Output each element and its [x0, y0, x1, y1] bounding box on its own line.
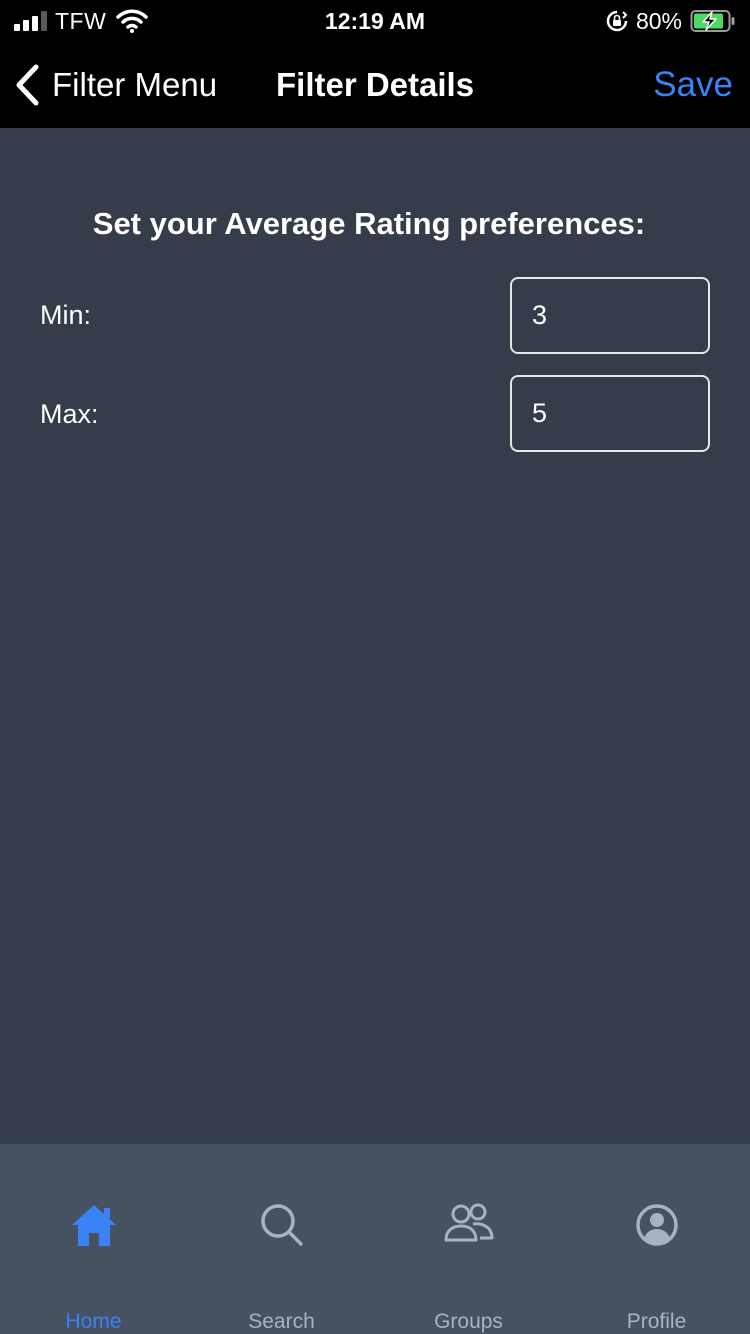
- chevron-left-icon: [16, 64, 39, 106]
- battery-percent: 80%: [635, 7, 682, 34]
- max-rating-input[interactable]: [510, 375, 710, 452]
- max-label: Max:: [40, 399, 99, 429]
- back-button-label: Filter Menu: [52, 66, 218, 103]
- min-label: Min:: [40, 300, 92, 330]
- tab-search-label: Search: [248, 1310, 315, 1333]
- orientation-lock-icon: [606, 10, 628, 32]
- tab-search[interactable]: Search: [188, 1144, 375, 1334]
- tab-profile-label: Profile: [626, 1310, 687, 1333]
- min-rating-input[interactable]: [510, 277, 710, 354]
- page-title: Filter Details: [276, 66, 475, 103]
- groups-icon: [444, 1203, 493, 1242]
- search-icon: [260, 1204, 303, 1246]
- save-button[interactable]: Save: [653, 62, 733, 108]
- status-bar: TFW 12:19 AM 80%: [0, 0, 750, 42]
- status-right: 80%: [606, 6, 736, 36]
- profile-icon: [635, 1204, 678, 1246]
- tab-home[interactable]: Home: [0, 1144, 187, 1334]
- tab-profile[interactable]: Profile: [563, 1144, 750, 1334]
- tab-groups-label: Groups: [434, 1310, 503, 1333]
- bottom-tab-bar: Home Search Groups Profile: [0, 1144, 750, 1334]
- tab-home-label: Home: [65, 1310, 122, 1333]
- tab-groups[interactable]: Groups: [375, 1144, 562, 1334]
- navigation-bar: Filter Menu Filter Details Save: [0, 42, 750, 128]
- back-button[interactable]: Filter Menu: [14, 62, 217, 108]
- preferences-heading: Set your Average Rating preferences:: [92, 206, 646, 241]
- home-icon: [71, 1205, 116, 1246]
- battery-charging-icon: [690, 10, 735, 32]
